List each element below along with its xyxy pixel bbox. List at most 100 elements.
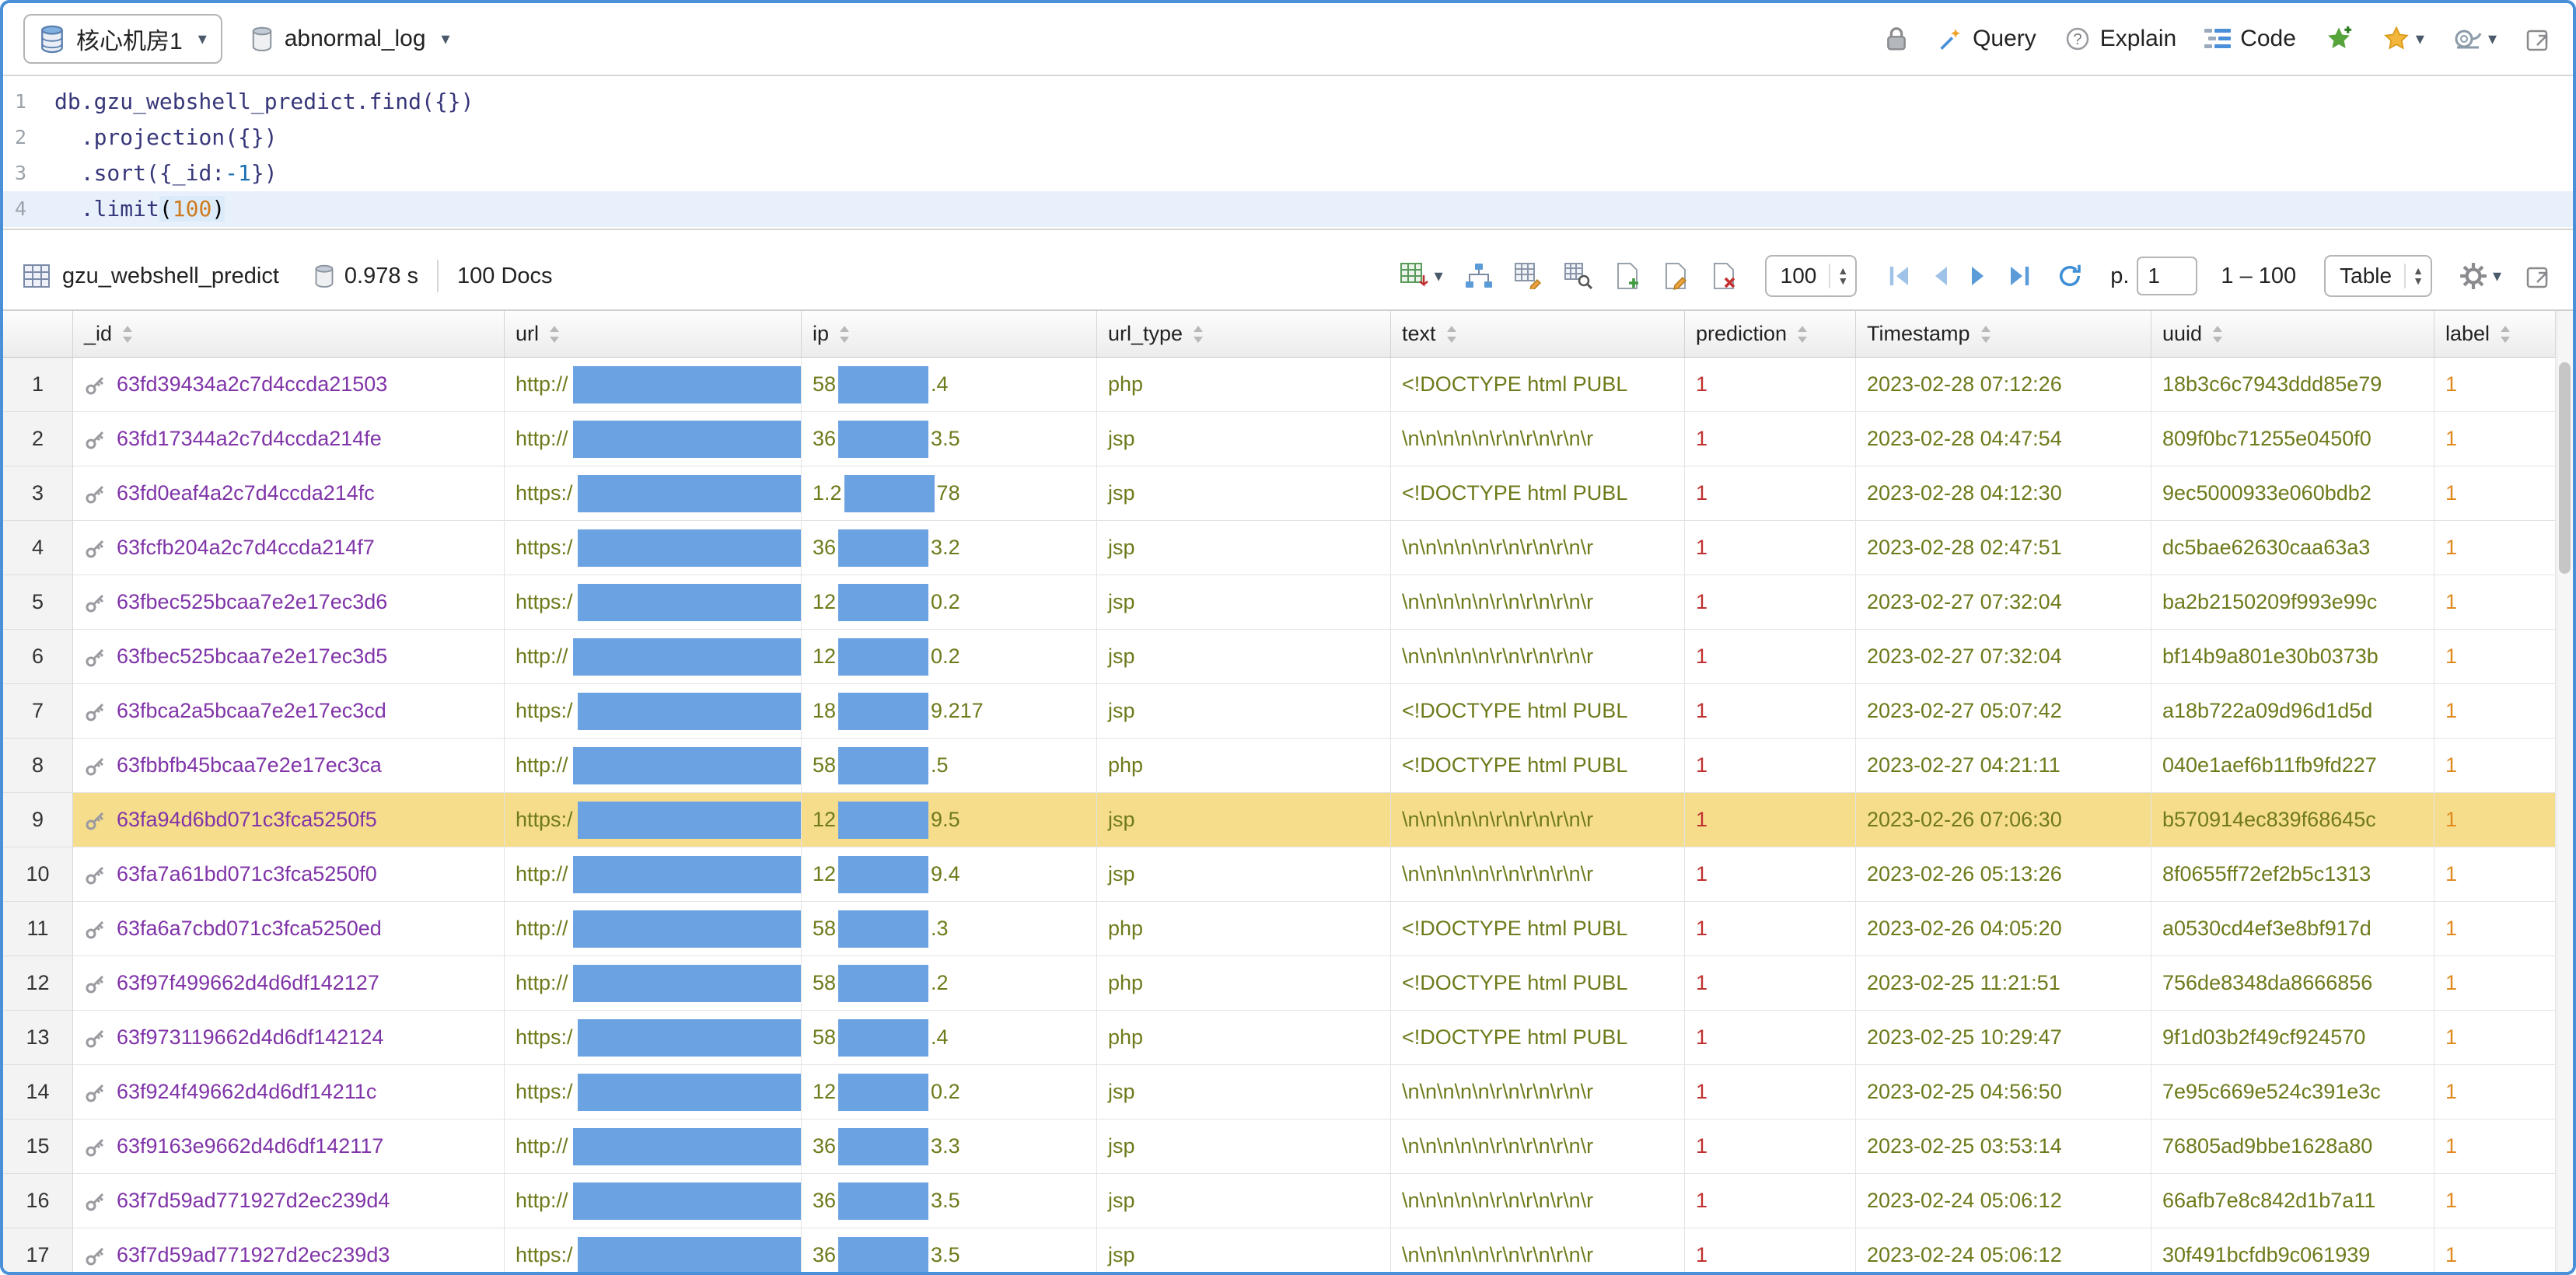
cell-id[interactable]: 63f924f49662d4d6df14211c bbox=[73, 1065, 505, 1120]
modify-document-button[interactable] bbox=[1662, 262, 1689, 290]
cell-id[interactable]: 63fa7a61bd071c3fca5250f0 bbox=[73, 847, 505, 902]
cell-prediction[interactable]: 1 bbox=[1685, 847, 1856, 902]
cell-uuid[interactable]: a0530cd4ef3e8bf917d bbox=[2151, 902, 2434, 956]
cell-id[interactable]: 63fd39434a2c7d4ccda21503 bbox=[73, 358, 505, 412]
cell-timestamp[interactable]: 2023-02-27 07:32:04 bbox=[1856, 630, 2151, 684]
cell-timestamp[interactable]: 2023-02-25 10:29:47 bbox=[1856, 1011, 2151, 1065]
page-size-select[interactable]: 100 ▲▼ bbox=[1765, 255, 1858, 297]
cell-ip[interactable]: 58.4 bbox=[802, 358, 1097, 412]
connection-selector[interactable]: 核心机房1 ▾ bbox=[23, 14, 222, 64]
cell-label[interactable]: 1 bbox=[2434, 956, 2556, 1011]
cell-label[interactable]: 1 bbox=[2434, 847, 2556, 902]
cell-timestamp[interactable]: 2023-02-28 04:47:54 bbox=[1856, 412, 2151, 466]
cell-url[interactable]: http:// bbox=[505, 630, 802, 684]
cell-label[interactable]: 1 bbox=[2434, 358, 2556, 412]
cell-timestamp[interactable]: 2023-02-27 04:21:11 bbox=[1856, 739, 2151, 793]
cell-prediction[interactable]: 1 bbox=[1685, 956, 1856, 1011]
open-in-new-window-icon[interactable] bbox=[2525, 25, 2553, 53]
cell-url[interactable]: http:// bbox=[505, 902, 802, 956]
column-header-url_type[interactable]: url_type bbox=[1097, 311, 1391, 358]
prev-page-button[interactable] bbox=[1928, 264, 1952, 288]
cell-row-number[interactable]: 17 bbox=[3, 1228, 73, 1272]
cell-prediction[interactable]: 1 bbox=[1685, 902, 1856, 956]
cell-url[interactable]: https:/ bbox=[505, 466, 802, 521]
cell-text[interactable]: \n\n\n\n\n\r\n\r\n\r\n\r bbox=[1391, 1228, 1685, 1272]
cell-timestamp[interactable]: 2023-02-26 04:05:20 bbox=[1856, 902, 2151, 956]
cell-prediction[interactable]: 1 bbox=[1685, 412, 1856, 466]
cell-url[interactable]: http:// bbox=[505, 847, 802, 902]
cell-id[interactable]: 63fbca2a5bcaa7e2e17ec3cd bbox=[73, 684, 505, 739]
cell-prediction[interactable]: 1 bbox=[1685, 684, 1856, 739]
cell-url[interactable]: https:/ bbox=[505, 1228, 802, 1272]
lock-icon[interactable] bbox=[1884, 25, 1909, 53]
vertical-scrollbar[interactable] bbox=[2557, 311, 2573, 1272]
cell-url-type[interactable]: jsp bbox=[1097, 1174, 1391, 1228]
remove-document-button[interactable] bbox=[1711, 262, 1737, 290]
cell-uuid[interactable]: bf14b9a801e30b0373b bbox=[2151, 630, 2434, 684]
cell-text[interactable]: \n\n\n\n\n\r\n\r\n\r\n\r bbox=[1391, 1174, 1685, 1228]
cell-uuid[interactable]: 30f491bcfdb9c061939 bbox=[2151, 1228, 2434, 1272]
cell-url-type[interactable]: jsp bbox=[1097, 575, 1391, 630]
cell-ip[interactable]: 363.2 bbox=[802, 521, 1097, 575]
column-header-prediction[interactable]: prediction bbox=[1685, 311, 1856, 358]
cell-text[interactable]: \n\n\n\n\n\r\n\r\n\r\n\r bbox=[1391, 630, 1685, 684]
cell-ip[interactable]: 363.3 bbox=[802, 1120, 1097, 1174]
cell-label[interactable]: 1 bbox=[2434, 1065, 2556, 1120]
cell-ip[interactable]: 1.278 bbox=[802, 466, 1097, 521]
cell-label[interactable]: 1 bbox=[2434, 1228, 2556, 1272]
cell-ip[interactable]: 363.5 bbox=[802, 1228, 1097, 1272]
favorites-menu[interactable]: ▾ bbox=[2382, 24, 2424, 54]
cell-prediction[interactable]: 1 bbox=[1685, 793, 1856, 847]
column-header-label[interactable]: label bbox=[2434, 311, 2556, 358]
export-button[interactable]: ▾ bbox=[1400, 263, 1443, 289]
splitter[interactable] bbox=[3, 230, 2573, 243]
cell-ip[interactable]: 58.4 bbox=[802, 1011, 1097, 1065]
cell-url-type[interactable]: php bbox=[1097, 902, 1391, 956]
cell-ip[interactable]: 120.2 bbox=[802, 630, 1097, 684]
maximize-results-icon[interactable] bbox=[2525, 262, 2553, 290]
cell-label[interactable]: 1 bbox=[2434, 466, 2556, 521]
add-favorite-star-icon[interactable] bbox=[2324, 24, 2354, 54]
cell-id[interactable]: 63f7d59ad771927d2ec239d3 bbox=[73, 1228, 505, 1272]
view-mode-select[interactable]: Table ▲▼ bbox=[2324, 255, 2432, 297]
cell-uuid[interactable]: 18b3c6c7943ddd85e79 bbox=[2151, 358, 2434, 412]
cell-uuid[interactable]: ba2b2150209f993e99c bbox=[2151, 575, 2434, 630]
column-header-Timestamp[interactable]: Timestamp bbox=[1856, 311, 2151, 358]
cell-text[interactable]: <!DOCTYPE html PUBL bbox=[1391, 902, 1685, 956]
cell-url-type[interactable]: jsp bbox=[1097, 630, 1391, 684]
cell-uuid[interactable]: dc5bae62630caa63a3 bbox=[2151, 521, 2434, 575]
cell-url-type[interactable]: php bbox=[1097, 956, 1391, 1011]
column-header-text[interactable]: text bbox=[1391, 311, 1685, 358]
cell-uuid[interactable]: 76805ad9bbe1628a80 bbox=[2151, 1120, 2434, 1174]
cell-url-type[interactable]: jsp bbox=[1097, 412, 1391, 466]
cell-ip[interactable]: 58.5 bbox=[802, 739, 1097, 793]
cell-label[interactable]: 1 bbox=[2434, 1120, 2556, 1174]
column-header-uuid[interactable]: uuid bbox=[2151, 311, 2434, 358]
cell-timestamp[interactable]: 2023-02-27 07:32:04 bbox=[1856, 575, 2151, 630]
cell-id[interactable]: 63f9163e9662d4d6df142117 bbox=[73, 1120, 505, 1174]
cell-id[interactable]: 63fd17344a2c7d4ccda214fe bbox=[73, 412, 505, 466]
cell-ip[interactable]: 58.2 bbox=[802, 956, 1097, 1011]
cell-timestamp[interactable]: 2023-02-25 03:53:14 bbox=[1856, 1120, 2151, 1174]
cell-url-type[interactable]: php bbox=[1097, 1011, 1391, 1065]
cell-label[interactable]: 1 bbox=[2434, 521, 2556, 575]
add-document-button[interactable] bbox=[1614, 262, 1641, 290]
cell-prediction[interactable]: 1 bbox=[1685, 466, 1856, 521]
cell-timestamp[interactable]: 2023-02-25 11:21:51 bbox=[1856, 956, 2151, 1011]
database-selector[interactable]: abnormal_log ▾ bbox=[246, 19, 455, 58]
scrollbar-thumb[interactable] bbox=[2559, 362, 2571, 574]
cell-text[interactable]: <!DOCTYPE html PUBL bbox=[1391, 956, 1685, 1011]
cell-uuid[interactable]: 66afb7e8c842d1b7a11 bbox=[2151, 1174, 2434, 1228]
cell-uuid[interactable]: 8f0655ff72ef2b5c1313 bbox=[2151, 847, 2434, 902]
cell-label[interactable]: 1 bbox=[2434, 1174, 2556, 1228]
code-button[interactable]: Code bbox=[2204, 26, 2296, 52]
cell-label[interactable]: 1 bbox=[2434, 739, 2556, 793]
cell-url-type[interactable]: jsp bbox=[1097, 1120, 1391, 1174]
find-in-results-button[interactable] bbox=[1564, 263, 1592, 289]
cell-prediction[interactable]: 1 bbox=[1685, 1011, 1856, 1065]
cell-url-type[interactable]: jsp bbox=[1097, 466, 1391, 521]
cell-text[interactable]: \n\n\n\n\n\r\n\r\n\r\n\r bbox=[1391, 521, 1685, 575]
cell-prediction[interactable]: 1 bbox=[1685, 1120, 1856, 1174]
cell-prediction[interactable]: 1 bbox=[1685, 1065, 1856, 1120]
cell-text[interactable]: \n\n\n\n\n\r\n\r\n\r\n\r bbox=[1391, 1120, 1685, 1174]
